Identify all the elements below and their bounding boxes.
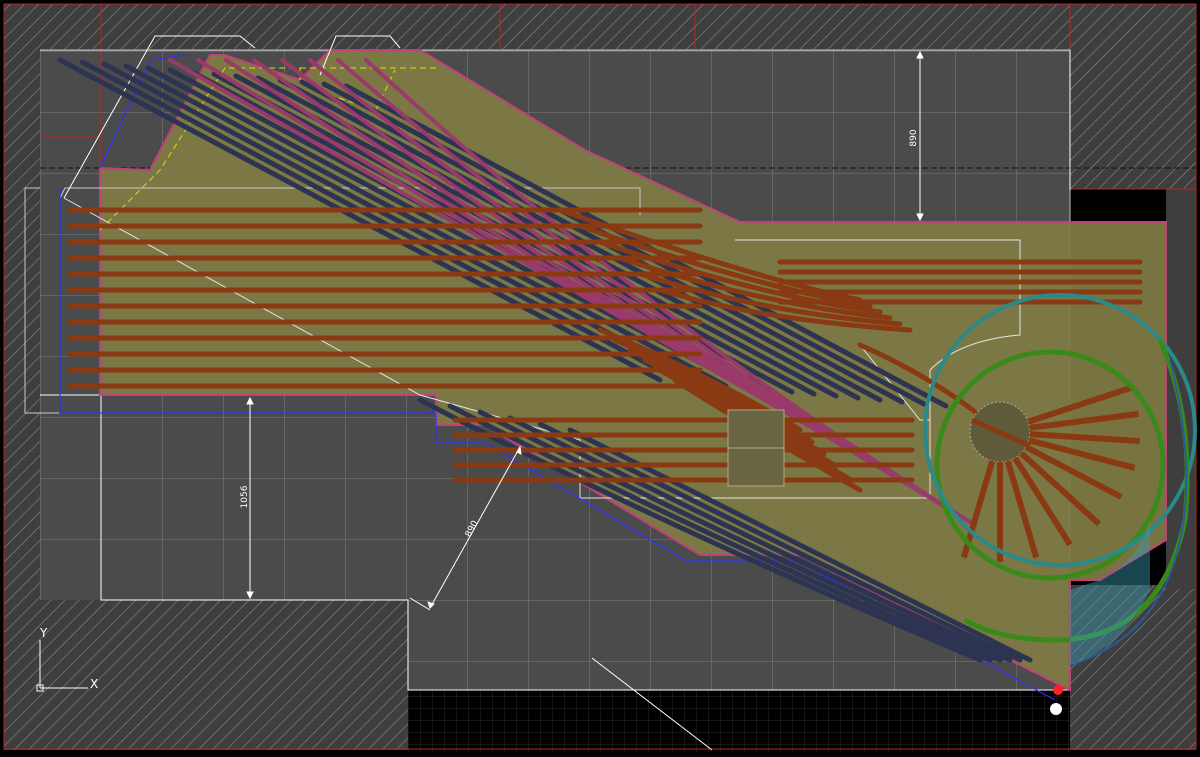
fine-grid-area xyxy=(408,690,1070,752)
track-plan-drawing[interactable]: 890 1056 890 Y X xyxy=(0,0,1200,757)
cad-viewport[interactable]: 890 1056 890 Y X xyxy=(0,0,1200,757)
ucs-x-label: X xyxy=(90,677,98,691)
end-point-marker[interactable] xyxy=(1053,685,1063,695)
locomotive-servicing-building xyxy=(727,409,785,487)
dimension-label-left: 1056 xyxy=(240,485,250,508)
selection-point-marker[interactable] xyxy=(1050,703,1062,715)
ucs-y-label: Y xyxy=(39,626,48,640)
dimension-label-top: 890 xyxy=(909,129,919,146)
